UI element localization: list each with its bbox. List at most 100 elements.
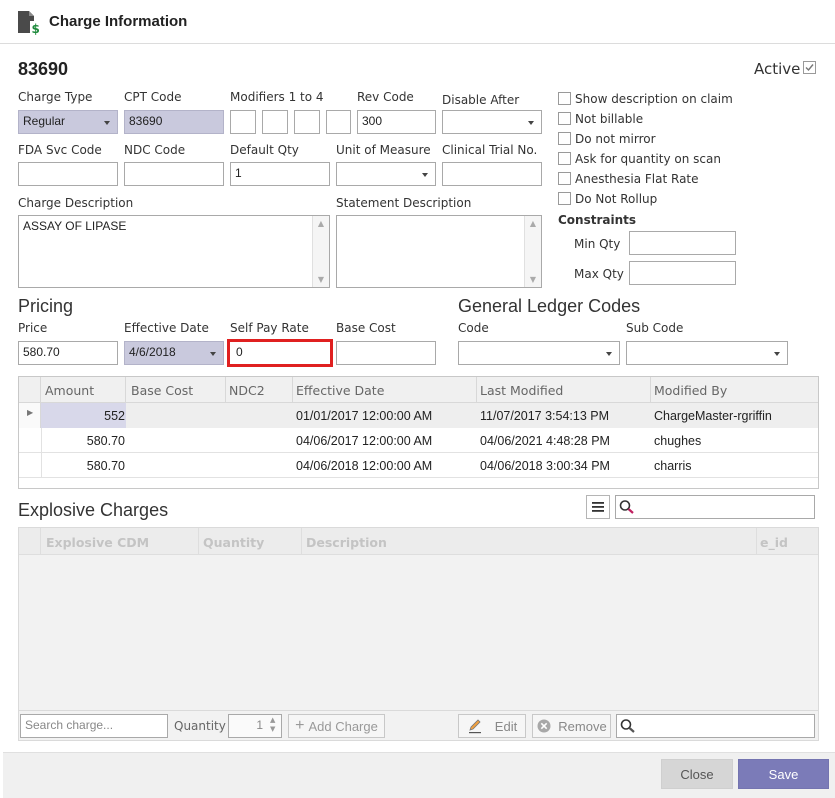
column-divider	[225, 377, 226, 403]
save-button[interactable]: Save	[738, 759, 829, 789]
cell-modified-by[interactable]: chughes	[654, 434, 701, 448]
do-not-rollup-label: Do Not Rollup	[575, 192, 658, 206]
do-not-rollup-checkbox[interactable]	[558, 192, 571, 205]
cell-last-modified[interactable]: 11/07/2017 3:54:13 PM	[480, 409, 609, 423]
charge-type-label: Charge Type	[18, 90, 93, 104]
gl-sub-code-select[interactable]	[626, 341, 788, 365]
column-header-quantity[interactable]: Quantity	[203, 535, 264, 550]
column-header-last-modified[interactable]: Last Modified	[480, 383, 563, 398]
cell-effective-date[interactable]: 01/01/2017 12:00:00 AM	[296, 409, 432, 423]
column-header-e-id[interactable]: e_id	[760, 535, 788, 550]
close-button[interactable]: Close	[661, 759, 733, 789]
general-ledger-heading: General Ledger Codes	[458, 296, 641, 316]
menu-icon	[592, 502, 604, 512]
edit-label: Edit	[494, 718, 518, 734]
ask-quantity-checkbox[interactable]	[558, 152, 571, 165]
scroll-up-icon[interactable]: ▲	[525, 219, 541, 228]
edit-button[interactable]: Edit	[458, 714, 526, 738]
cell-last-modified[interactable]: 04/06/2021 4:48:28 PM	[480, 434, 610, 448]
unit-of-measure-select[interactable]	[336, 162, 436, 186]
table-row[interactable]: 580.70 04/06/2017 12:00:00 AM 04/06/2021…	[19, 428, 818, 453]
statement-description-label: Statement Description	[336, 196, 472, 210]
column-header-explosive-cdm[interactable]: Explosive CDM	[46, 535, 149, 550]
column-header-ndc2[interactable]: NDC2	[229, 383, 265, 398]
charge-document-icon: $	[18, 11, 41, 36]
table-row[interactable]: 580.70 04/06/2018 12:00:00 AM 04/06/2018…	[19, 453, 818, 478]
modifier-2-input[interactable]	[262, 110, 288, 134]
do-not-mirror-checkbox[interactable]	[558, 132, 571, 145]
column-header-amount[interactable]: Amount	[45, 383, 94, 398]
charge-code-heading: 83690	[18, 59, 69, 79]
active-checkbox[interactable]	[803, 61, 816, 74]
default-qty-input[interactable]: 1	[230, 162, 330, 186]
column-header-base-cost[interactable]: Base Cost	[131, 383, 193, 398]
max-qty-input[interactable]	[629, 261, 736, 285]
gl-sub-code-label: Sub Code	[626, 321, 684, 335]
modifier-4-input[interactable]	[326, 110, 351, 134]
min-qty-input[interactable]	[629, 231, 736, 255]
cell-effective-date[interactable]: 04/06/2017 12:00:00 AM	[296, 434, 432, 448]
self-pay-rate-input[interactable]: 0	[227, 339, 333, 367]
disable-after-date-picker[interactable]	[442, 110, 542, 134]
ndc-code-input[interactable]	[124, 162, 224, 186]
cpt-code-label: CPT Code	[124, 90, 182, 104]
self-pay-rate-label: Self Pay Rate	[230, 321, 309, 335]
cell-amount[interactable]: 552	[41, 409, 125, 423]
cell-modified-by[interactable]: ChargeMaster-rgriffin	[654, 409, 772, 423]
pricing-heading: Pricing	[18, 296, 74, 316]
explosive-charges-heading: Explosive Charges	[18, 500, 169, 520]
clinical-trial-label: Clinical Trial No.	[442, 143, 538, 157]
charge-description-scrollbar[interactable]: ▲ ▼	[312, 216, 329, 287]
table-row[interactable]: ▶ 552 01/01/2017 12:00:00 AM 11/07/2017 …	[19, 403, 818, 428]
modifiers-label: Modifiers 1 to 4	[230, 90, 324, 104]
effective-date-picker[interactable]: 4/6/2018	[124, 341, 224, 365]
ask-quantity-label: Ask for quantity on scan	[575, 152, 721, 166]
column-chooser-button[interactable]	[586, 495, 610, 519]
scroll-up-icon[interactable]: ▲	[313, 219, 329, 228]
cpt-code-input[interactable]: 83690	[124, 110, 224, 134]
explosive-filter-input[interactable]	[616, 714, 815, 738]
statement-description-textarea[interactable]	[336, 215, 542, 288]
show-description-checkbox[interactable]	[558, 92, 571, 105]
fda-svc-code-input[interactable]	[18, 162, 118, 186]
charge-description-textarea[interactable]: ASSAY OF LIPASE	[18, 215, 330, 288]
cell-last-modified[interactable]: 04/06/2018 3:00:34 PM	[480, 459, 610, 473]
gl-code-select[interactable]	[458, 341, 620, 365]
remove-button[interactable]: Remove	[532, 714, 611, 738]
cell-effective-date[interactable]: 04/06/2018 12:00:00 AM	[296, 459, 432, 473]
column-divider	[756, 528, 757, 555]
cell-amount[interactable]: 580.70	[41, 459, 125, 473]
row-indicator-header	[19, 377, 41, 403]
column-header-description[interactable]: Description	[306, 535, 387, 550]
stepper-up-icon[interactable]: ▲	[270, 716, 275, 725]
add-charge-button[interactable]: + Add Charge	[288, 714, 385, 738]
modifier-1-input[interactable]	[230, 110, 256, 134]
not-billable-label: Not billable	[575, 112, 644, 126]
cell-amount[interactable]: 580.70	[41, 434, 125, 448]
not-billable-checkbox[interactable]	[558, 112, 571, 125]
column-divider	[292, 377, 293, 403]
price-history-grid: Amount Base Cost NDC2 Effective Date Las…	[18, 376, 819, 489]
charge-type-select[interactable]: Regular	[18, 110, 118, 134]
modifier-3-input[interactable]	[294, 110, 320, 134]
gl-code-label: Code	[458, 321, 489, 335]
clinical-trial-input[interactable]	[442, 162, 542, 186]
stepper-arrows[interactable]: ▲ ▼	[270, 716, 275, 734]
search-charge-input[interactable]: Search charge...	[20, 714, 168, 738]
rev-code-input[interactable]: 300	[357, 110, 436, 134]
explosive-search-input[interactable]	[615, 495, 815, 519]
column-header-modified-by[interactable]: Modified By	[654, 383, 727, 398]
statement-description-scrollbar[interactable]: ▲ ▼	[524, 216, 541, 287]
stepper-down-icon[interactable]: ▼	[270, 725, 275, 734]
scroll-down-icon[interactable]: ▼	[313, 275, 329, 284]
price-input[interactable]: 580.70	[18, 341, 118, 365]
explosive-grid-header: Explosive CDM Quantity Description e_id	[19, 528, 818, 555]
column-header-effective-date[interactable]: Effective Date	[296, 383, 384, 398]
base-cost-input[interactable]	[336, 341, 436, 365]
show-description-label: Show description on claim	[575, 92, 733, 106]
anesthesia-flat-rate-checkbox[interactable]	[558, 172, 571, 185]
scroll-down-icon[interactable]: ▼	[525, 275, 541, 284]
cell-modified-by[interactable]: charris	[654, 459, 692, 473]
default-qty-label: Default Qty	[230, 143, 299, 157]
do-not-mirror-label: Do not mirror	[575, 132, 656, 146]
